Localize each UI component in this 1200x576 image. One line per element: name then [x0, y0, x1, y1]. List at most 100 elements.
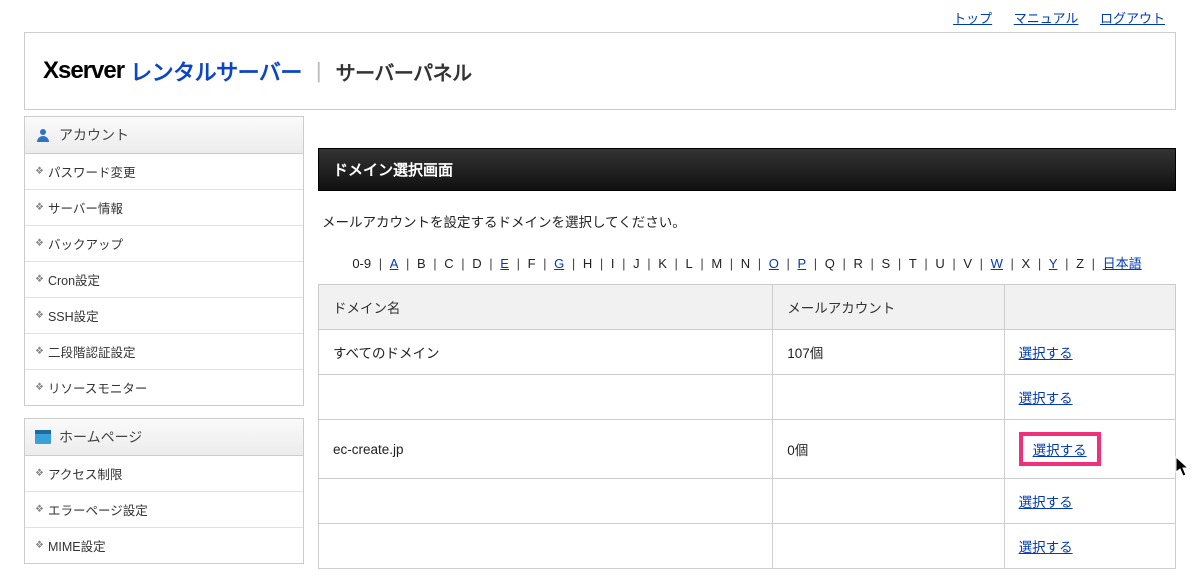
sidebar-account-item-5[interactable]: ❖二段階認証設定: [25, 333, 303, 369]
index-S: S: [882, 256, 891, 271]
domain-table: ドメイン名 メールアカウント すべてのドメイン107個選択する選択するec-cr…: [318, 284, 1176, 569]
bullet-icon: ❖: [35, 274, 42, 285]
cell-domain: [319, 524, 773, 569]
select-link[interactable]: 選択する: [1019, 495, 1073, 510]
index-G[interactable]: G: [554, 256, 564, 271]
cell-domain: [319, 375, 773, 420]
logo-separator: |: [316, 58, 322, 84]
bullet-icon: ❖: [35, 468, 42, 479]
cell-domain: ec-create.jp: [319, 420, 773, 479]
person-icon: [35, 127, 51, 143]
bullet-icon: ❖: [35, 310, 42, 321]
sidebar: アカウント ❖パスワード変更❖サーバー情報 ❖ バックアップ ❖ Cron設定 ❖ SSH設…: [24, 116, 304, 576]
table-row: 選択する: [319, 524, 1176, 569]
sidebar-section-account-label: アカウント: [59, 125, 129, 145]
index-sep: |: [894, 256, 905, 271]
cell-domain: [319, 479, 773, 524]
index-E[interactable]: E: [500, 256, 509, 271]
index-Z: Z: [1076, 256, 1084, 271]
cell-action: 選択する: [1004, 524, 1175, 569]
index-sep: |: [402, 256, 413, 271]
sidebar-homepage-item-label: MIME設定: [48, 536, 106, 555]
index-sep: |: [839, 256, 850, 271]
index-sep: |: [976, 256, 987, 271]
sidebar-homepage-item-0[interactable]: ❖アクセス制限: [25, 456, 303, 491]
index-H: H: [583, 256, 592, 271]
index-W[interactable]: W: [991, 256, 1003, 271]
index-Y[interactable]: Y: [1049, 256, 1058, 271]
index-J: J: [633, 256, 640, 271]
page-title: ドメイン選択画面: [318, 148, 1176, 191]
index-sep: |: [375, 256, 386, 271]
index-sep: |: [754, 256, 765, 271]
index-sep: |: [644, 256, 655, 271]
index-sep: |: [596, 256, 607, 271]
index-sep: |: [949, 256, 960, 271]
logo-rental: レンタルサーバー: [130, 55, 302, 87]
index-sep: |: [697, 256, 708, 271]
cell-mail: 107個: [773, 330, 1004, 375]
bullet-icon: ❖: [35, 382, 42, 393]
cell-mail: [773, 375, 1004, 420]
index-sep: |: [513, 256, 524, 271]
nav-logout[interactable]: ログアウト: [1100, 11, 1165, 26]
sidebar-account-item-label: SSH設定: [48, 306, 99, 325]
index-P[interactable]: P: [798, 256, 807, 271]
index-sep: |: [783, 256, 794, 271]
header-bar: Xserver レンタルサーバー | サーバーパネル: [24, 32, 1176, 110]
logo-brand: Xserver: [43, 57, 124, 85]
index-O[interactable]: O: [769, 256, 779, 271]
highlight-box: 選択する: [1019, 432, 1101, 466]
top-nav: トップ マニュアル ログアウト: [935, 8, 1165, 27]
bullet-icon: ❖: [35, 238, 42, 249]
cell-mail: [773, 479, 1004, 524]
index-sep: |: [1034, 256, 1045, 271]
cell-domain: すべてのドメイン: [319, 330, 773, 375]
sidebar-account-item-label: リソースモニター: [48, 378, 147, 397]
select-link[interactable]: 選択する: [1019, 540, 1073, 555]
index-C: C: [444, 256, 453, 271]
index-T: T: [909, 256, 917, 271]
index-U: U: [935, 256, 944, 271]
cell-mail: 0個: [773, 420, 1004, 479]
cell-mail: [773, 524, 1004, 569]
index-sep: |: [810, 256, 821, 271]
table-row: ec-create.jp0個 選択する: [319, 420, 1176, 479]
nav-manual[interactable]: マニュアル: [1014, 11, 1079, 26]
select-link[interactable]: 選択する: [1019, 391, 1073, 406]
sidebar-account-item-3[interactable]: ❖ Cron設定: [25, 261, 303, 297]
index-K: K: [658, 256, 667, 271]
index-I: I: [611, 256, 615, 271]
select-link[interactable]: 選択する: [1033, 443, 1087, 458]
select-link[interactable]: 選択する: [1019, 346, 1073, 361]
index-D: D: [472, 256, 481, 271]
index-A[interactable]: A: [390, 256, 399, 271]
index-sep: |: [618, 256, 629, 271]
index-sep: |: [921, 256, 932, 271]
sidebar-account-item-4[interactable]: ❖ SSH設定: [25, 297, 303, 333]
index-sep: |: [1088, 256, 1099, 271]
cursor-icon: [1175, 456, 1193, 478]
sidebar-account-item-1[interactable]: ❖サーバー情報: [25, 189, 303, 225]
sidebar-account-item-2[interactable]: ❖ バックアップ: [25, 225, 303, 261]
sidebar-account-item-label: 二段階認証設定: [48, 342, 136, 361]
bullet-icon: ❖: [35, 504, 42, 515]
sidebar-homepage-item-1[interactable]: ❖エラーページ設定: [25, 491, 303, 527]
sidebar-account-item-0[interactable]: ❖パスワード変更: [25, 154, 303, 189]
index-sep: |: [1062, 256, 1073, 271]
index-sep: |: [430, 256, 441, 271]
sidebar-homepage-item-2[interactable]: ❖MIME設定: [25, 527, 303, 563]
cell-action: 選択する: [1004, 330, 1175, 375]
nav-top[interactable]: トップ: [953, 11, 992, 26]
sidebar-account-item-label: バックアップ: [48, 234, 123, 253]
index-0-9: 0-9: [352, 256, 371, 271]
cell-action: 選択する: [1004, 420, 1175, 479]
index-sep: |: [867, 256, 878, 271]
index-sep: |: [458, 256, 469, 271]
sidebar-account-item-label: Cron設定: [48, 270, 100, 289]
index-Q: Q: [825, 256, 835, 271]
index-sep: |: [486, 256, 497, 271]
sidebar-account-item-6[interactable]: ❖ リソースモニター: [25, 369, 303, 405]
index-jp[interactable]: 日本語: [1103, 256, 1142, 271]
logo-panel: サーバーパネル: [336, 57, 472, 86]
